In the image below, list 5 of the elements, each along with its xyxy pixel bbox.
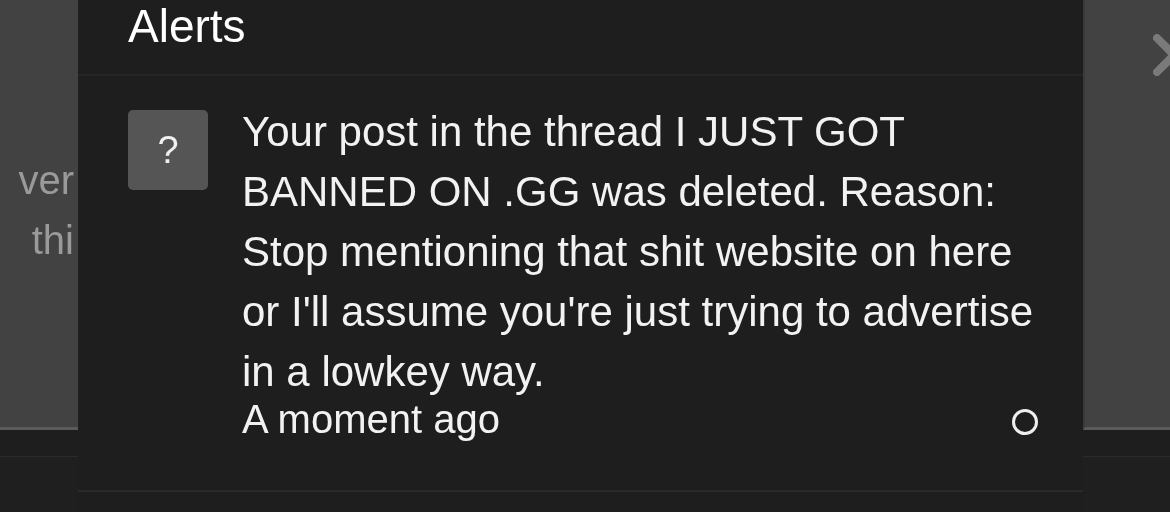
question-icon: ? <box>128 110 208 190</box>
background-text: ver <box>18 157 75 204</box>
read-status-icon[interactable] <box>1012 409 1038 435</box>
panel-title: Alerts <box>128 0 246 52</box>
background-text: thi <box>31 217 75 264</box>
